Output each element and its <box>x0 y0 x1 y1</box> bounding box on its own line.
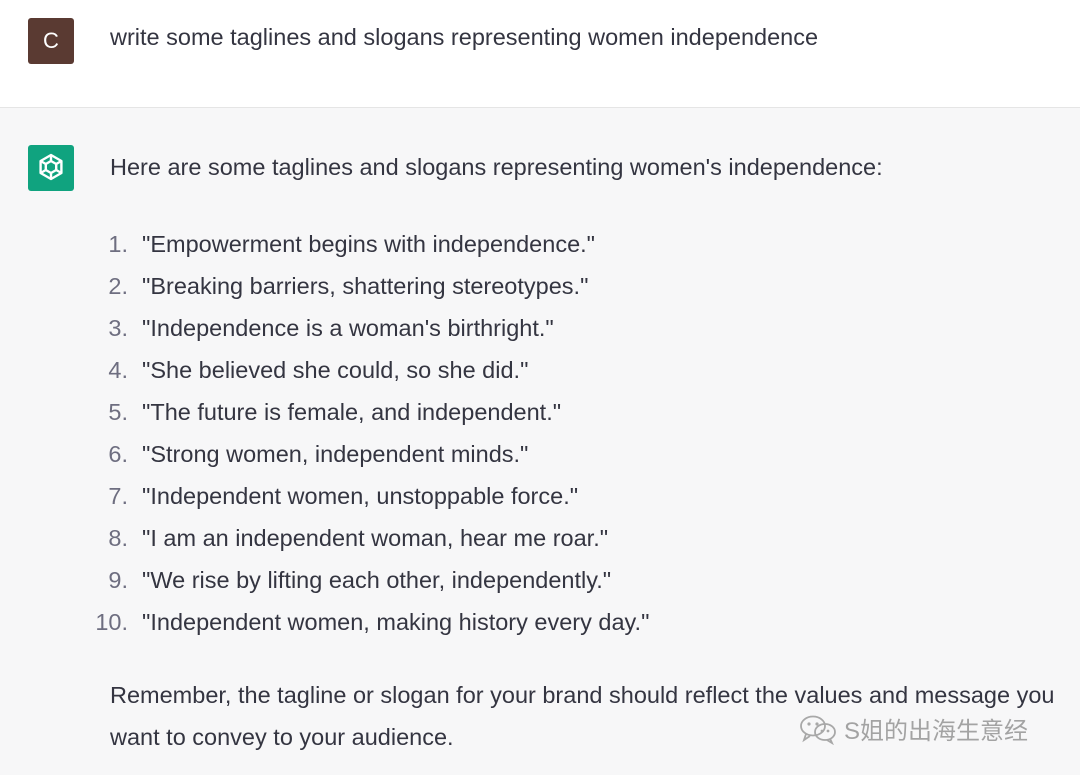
list-text: "We rise by lifting each other, independ… <box>142 566 612 593</box>
list-number: 6. <box>108 440 128 467</box>
list-text: "Empowerment begins with independence." <box>142 230 596 257</box>
list-text: "I am an independent woman, hear me roar… <box>142 524 609 551</box>
slogan-list: 1. "Empowerment begins with independence.… <box>80 223 649 643</box>
watermark-text: S姐的出海生意经 <box>844 718 1029 745</box>
list-item: 10. "Independent women, making history ev… <box>80 601 649 643</box>
list-number: 7. <box>108 482 128 509</box>
wechat-icon <box>800 715 836 745</box>
user-avatar: C <box>28 18 74 64</box>
list-number: 5. <box>108 398 128 425</box>
assistant-intro-text: Here are some taglines and slogans repre… <box>110 154 883 180</box>
list-text: "Independence is a woman's birthright." <box>142 314 554 341</box>
list-item: 9. "We rise by lifting each other, indepe… <box>80 559 649 601</box>
list-number: 9. <box>108 566 128 593</box>
watermark: S姐的出海生意经 <box>798 711 1028 746</box>
user-message-row: C write some taglines and slogans repres… <box>0 0 1080 108</box>
list-text: "The future is female, and independent." <box>142 398 562 425</box>
list-item: 4. "She believed she could, so she did." <box>80 349 649 391</box>
user-avatar-letter: C <box>43 28 59 53</box>
list-item: 1. "Empowerment begins with independence.… <box>80 223 649 265</box>
list-item: 5. "The future is female, and independent… <box>80 391 649 433</box>
list-item: 8. "I am an independent woman, hear me ro… <box>80 517 649 559</box>
openai-logo-icon <box>39 153 63 181</box>
list-number: 8. <box>108 524 128 551</box>
assistant-message-row: Here are some taglines and slogans repre… <box>0 108 1080 775</box>
list-number: 3. <box>108 314 128 341</box>
assistant-avatar <box>28 145 74 191</box>
list-number: 2. <box>108 272 128 299</box>
list-text: "Strong women, independent minds." <box>142 440 529 467</box>
user-message-text: write some taglines and slogans represen… <box>110 24 819 50</box>
list-number: 10. <box>95 608 128 635</box>
list-item: 3. "Independence is a woman's birthright.… <box>80 307 649 349</box>
list-item: 7. "Independent women, unstoppable force.… <box>80 475 649 517</box>
list-number: 4. <box>108 356 128 383</box>
list-number: 1. <box>108 230 128 257</box>
list-text: "She believed she could, so she did." <box>142 356 529 383</box>
list-text: "Breaking barriers, shattering stereotyp… <box>142 272 589 299</box>
list-text: "Independent women, unstoppable force." <box>142 482 579 509</box>
list-item: 6. "Strong women, independent minds." <box>80 433 649 475</box>
list-text: "Independent women, making history every… <box>142 608 650 635</box>
list-item: 2. "Breaking barriers, shattering stereot… <box>80 265 649 307</box>
